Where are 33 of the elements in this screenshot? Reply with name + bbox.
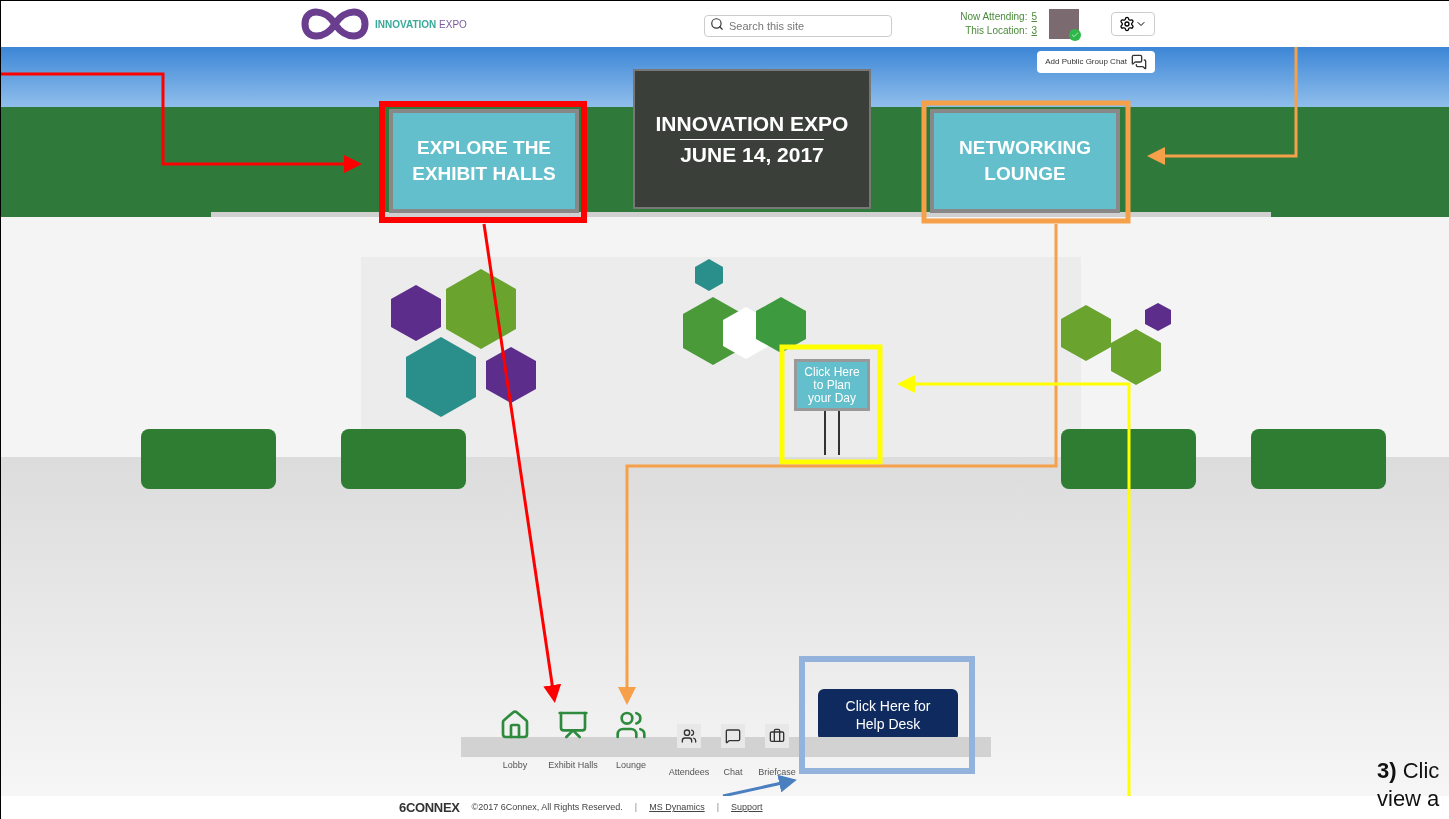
- search-icon: [710, 17, 724, 31]
- copyright-text: ©2017 6Connex, All Rights Reserved.: [471, 801, 623, 815]
- nav-link[interactable]: Lobby: [493, 709, 537, 773]
- nav-link[interactable]: Briefcase: [757, 724, 797, 780]
- chat-icon: [721, 724, 745, 748]
- footer-link[interactable]: MS Dynamics: [649, 801, 705, 815]
- separator: |: [634, 801, 638, 815]
- booth-icon: [557, 709, 589, 741]
- logo-text: INNOVATION EXPO: [375, 17, 467, 32]
- settings-button[interactable]: [1111, 12, 1155, 36]
- people-icon: [615, 709, 647, 741]
- stat-label: This Location:: [965, 24, 1028, 38]
- stat-label: Now Attending:: [960, 10, 1028, 24]
- house-icon: [499, 709, 531, 741]
- stat-link[interactable]: 3: [1031, 24, 1037, 38]
- nav-link[interactable]: Attendees: [669, 724, 709, 780]
- callout-text: view a: [1377, 785, 1440, 813]
- stat-link[interactable]: 5: [1031, 10, 1037, 24]
- nav-link[interactable]: Lounge: [609, 709, 653, 773]
- banner-title: INNOVATION EXPO: [655, 110, 849, 137]
- settings-icon: [1119, 16, 1135, 32]
- separator: |: [716, 801, 719, 815]
- footer-logo: 6CONNEX: [399, 799, 460, 818]
- sign-stand: [824, 411, 840, 455]
- callout-text: 3) Clic: [1377, 757, 1440, 785]
- briefcase-icon: [765, 724, 789, 748]
- banner-date: JUNE 14, 2017: [680, 138, 824, 170]
- chat-bubbles-icon: [1131, 54, 1147, 70]
- footer-link[interactable]: Support: [731, 801, 763, 815]
- attendees-icon: [677, 724, 701, 748]
- nav-link[interactable]: Chat: [713, 724, 753, 780]
- search-field[interactable]: Search this site: [704, 15, 892, 37]
- group-chat-button[interactable]: Add Public Group Chat: [1037, 51, 1155, 73]
